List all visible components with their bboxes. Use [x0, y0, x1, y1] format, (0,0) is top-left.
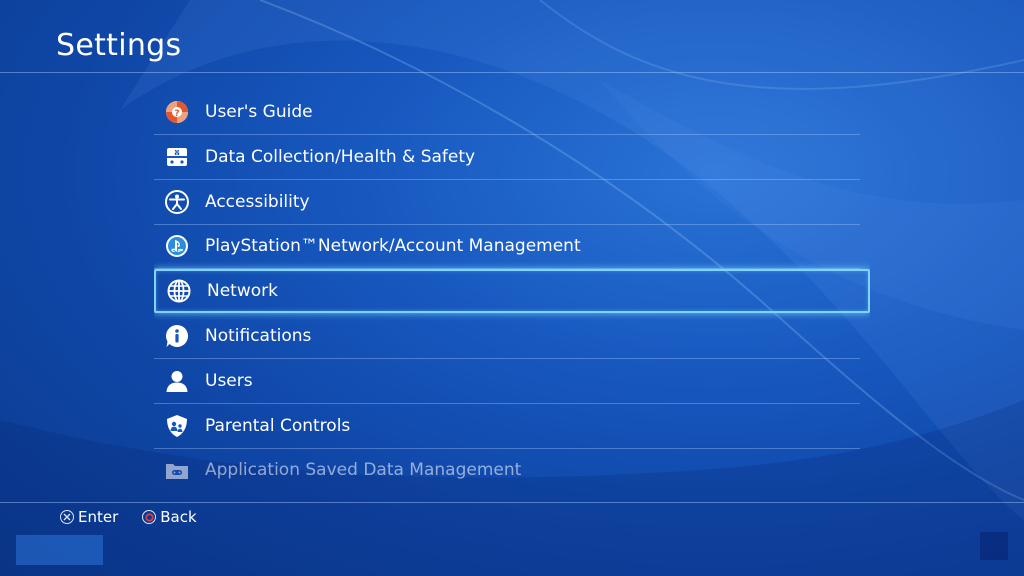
- menu-item-notifications[interactable]: Notifications: [154, 314, 870, 359]
- menu-item-label: Network: [207, 281, 278, 302]
- svg-text:?: ?: [174, 109, 179, 119]
- settings-menu: ? User's Guide Data Collection/Health & …: [154, 90, 870, 490]
- menu-item-label: Accessibility: [205, 191, 310, 212]
- menu-item-data-collection[interactable]: Data Collection/Health & Safety: [154, 135, 870, 180]
- bottom-right-panel: [980, 532, 1008, 560]
- saved-data-folder-icon: [163, 456, 191, 484]
- circle-button-icon: [142, 510, 157, 524]
- parental-shield-icon: [163, 412, 191, 440]
- menu-item-label: PlayStation™Network/Account Management: [205, 236, 581, 257]
- accessibility-icon: [163, 188, 191, 216]
- menu-item-label: Parental Controls: [205, 415, 351, 436]
- menu-item-network[interactable]: Network: [154, 269, 870, 314]
- menu-item-label: Application Saved Data Management: [205, 460, 522, 481]
- user-icon: [163, 367, 191, 395]
- enter-hint[interactable]: Enter: [60, 508, 118, 526]
- bottom-left-panel: [16, 535, 103, 565]
- settings-screen: Settings ? User's Guide Data Collection/…: [0, 0, 1024, 576]
- cross-button-icon: [60, 510, 74, 524]
- back-hint[interactable]: Back: [142, 508, 197, 526]
- playstation-icon: [163, 232, 191, 260]
- header-divider: [0, 72, 1024, 73]
- back-label: Back: [160, 508, 197, 526]
- menu-item-label: User's Guide: [205, 102, 313, 122]
- button-hints: Enter Back: [60, 508, 221, 526]
- health-safety-icon: [163, 143, 191, 171]
- menu-item-parental-controls[interactable]: Parental Controls: [154, 404, 870, 449]
- menu-item-label: Users: [205, 370, 253, 391]
- globe-icon: [165, 277, 193, 305]
- info-bubble-icon: [163, 322, 191, 350]
- menu-item-saved-data[interactable]: Application Saved Data Management: [154, 448, 870, 490]
- menu-item-psn-account[interactable]: PlayStation™Network/Account Management: [154, 224, 870, 270]
- menu-item-label: Data Collection/Health & Safety: [205, 146, 476, 167]
- menu-item-users[interactable]: Users: [154, 359, 870, 404]
- menu-item-accessibility[interactable]: Accessibility: [154, 180, 870, 225]
- enter-label: Enter: [78, 508, 119, 526]
- page-title: Settings: [56, 28, 182, 63]
- menu-item-users-guide[interactable]: ? User's Guide: [154, 90, 870, 135]
- menu-item-label: Notifications: [205, 325, 312, 346]
- lifebuoy-icon: ?: [163, 98, 191, 126]
- footer-divider: [0, 502, 1024, 503]
